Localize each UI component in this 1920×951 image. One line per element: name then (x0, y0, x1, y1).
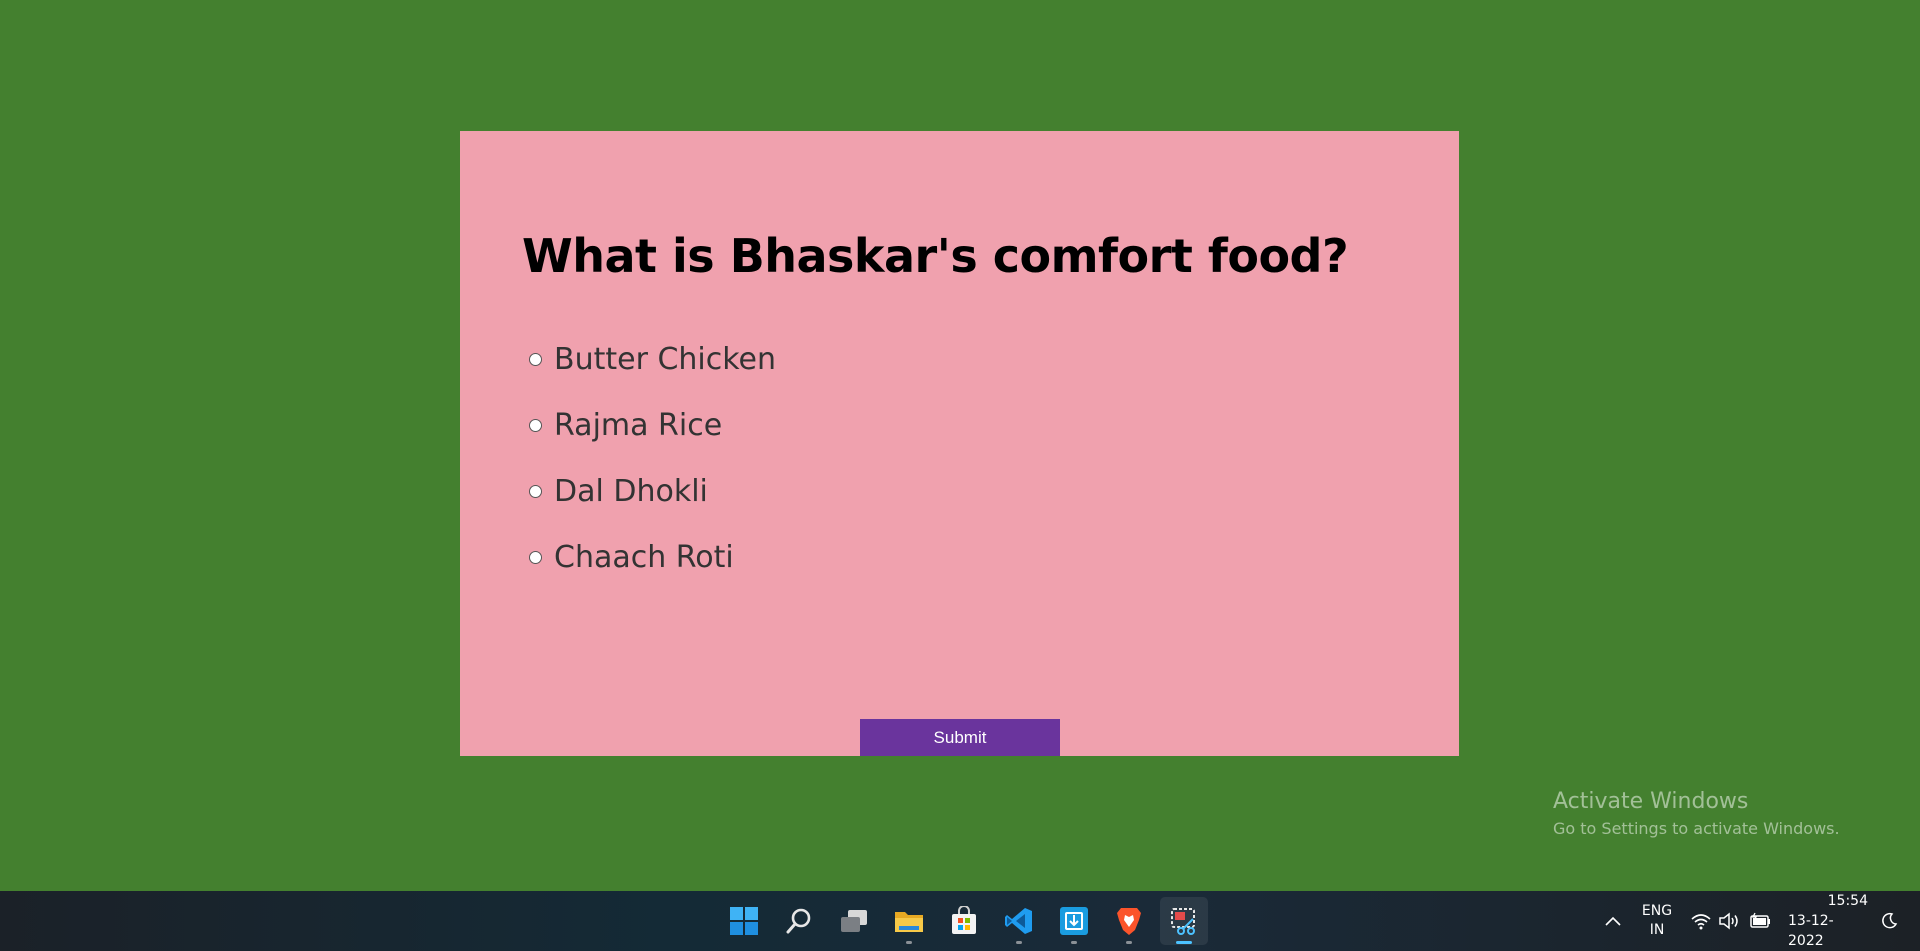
option-butter-chicken[interactable]: Butter Chicken (529, 326, 776, 392)
app-installer-button[interactable] (1050, 897, 1098, 945)
option-dal-dhokli[interactable]: Dal Dhokli (529, 458, 776, 524)
active-indicator (1176, 941, 1192, 944)
clock-time: 15:54 (1827, 893, 1868, 909)
app-installer-icon (1060, 907, 1088, 935)
chevron-up-icon (1605, 916, 1621, 926)
option-chaach-roti[interactable]: Chaach Roti (529, 524, 776, 590)
option-label[interactable]: Dal Dhokli (554, 474, 708, 509)
input-language-indicator[interactable]: ENG IN (1638, 891, 1676, 951)
radio-button[interactable] (529, 550, 542, 564)
focus-moon-icon (1882, 912, 1898, 929)
running-indicator (1016, 941, 1022, 944)
clock-date: 13-12-2022 (1788, 913, 1834, 949)
activate-windows-watermark: Activate Windows Go to Settings to activ… (1553, 787, 1840, 841)
wifi-icon (1691, 914, 1711, 930)
quiz-card: What is Bhaskar's comfort food? Butter C… (460, 131, 1459, 756)
search-icon (786, 908, 811, 934)
microsoft-store-button[interactable] (940, 897, 988, 945)
snipping-tool-button[interactable] (1160, 897, 1208, 945)
radio-button[interactable] (529, 484, 542, 498)
brave-browser-icon (1117, 908, 1141, 935)
running-indicator (1071, 941, 1077, 944)
volume-icon (1719, 912, 1738, 930)
microsoft-store-icon (952, 906, 976, 934)
vscode-icon (1005, 908, 1032, 934)
notifications-button[interactable] (1876, 891, 1902, 951)
radio-button[interactable] (529, 352, 542, 366)
show-hidden-icons-button[interactable] (1600, 891, 1626, 951)
file-explorer-button[interactable] (885, 897, 933, 945)
submit-button[interactable]: Submit (860, 719, 1060, 756)
option-label[interactable]: Rajma Rice (554, 408, 722, 443)
watermark-subtitle: Go to Settings to activate Windows. (1553, 819, 1840, 838)
file-explorer-icon (895, 912, 923, 932)
battery-charging-icon (1750, 912, 1770, 928)
running-indicator (1126, 941, 1132, 944)
option-rajma-rice[interactable]: Rajma Rice (529, 392, 776, 458)
language-code: ENG (1641, 903, 1673, 919)
taskbar: ENG IN 15:54 13-12-2022 (0, 891, 1920, 951)
search-button[interactable] (775, 897, 823, 945)
option-label[interactable]: Chaach Roti (554, 540, 734, 575)
brave-browser-button[interactable] (1105, 897, 1153, 945)
snipping-tool-icon (1171, 908, 1195, 935)
date-time[interactable]: 15:54 13-12-2022 (1788, 891, 1868, 951)
windows-start-icon (730, 907, 758, 935)
radio-button[interactable] (529, 418, 542, 432)
option-label[interactable]: Butter Chicken (554, 342, 776, 377)
quiz-question: What is Bhaskar's comfort food? (522, 229, 1349, 283)
quick-settings-button[interactable] (1690, 891, 1772, 951)
watermark-title: Activate Windows (1553, 789, 1749, 814)
vscode-button[interactable] (995, 897, 1043, 945)
task-view-button[interactable] (830, 897, 878, 945)
task-view-icon (841, 910, 867, 932)
taskbar-apps (720, 897, 1215, 945)
start-button[interactable] (720, 897, 768, 945)
answer-options: Butter Chicken Rajma Rice Dal Dhokli Cha… (529, 326, 776, 590)
region-code: IN (1649, 922, 1665, 938)
running-indicator (906, 941, 912, 944)
